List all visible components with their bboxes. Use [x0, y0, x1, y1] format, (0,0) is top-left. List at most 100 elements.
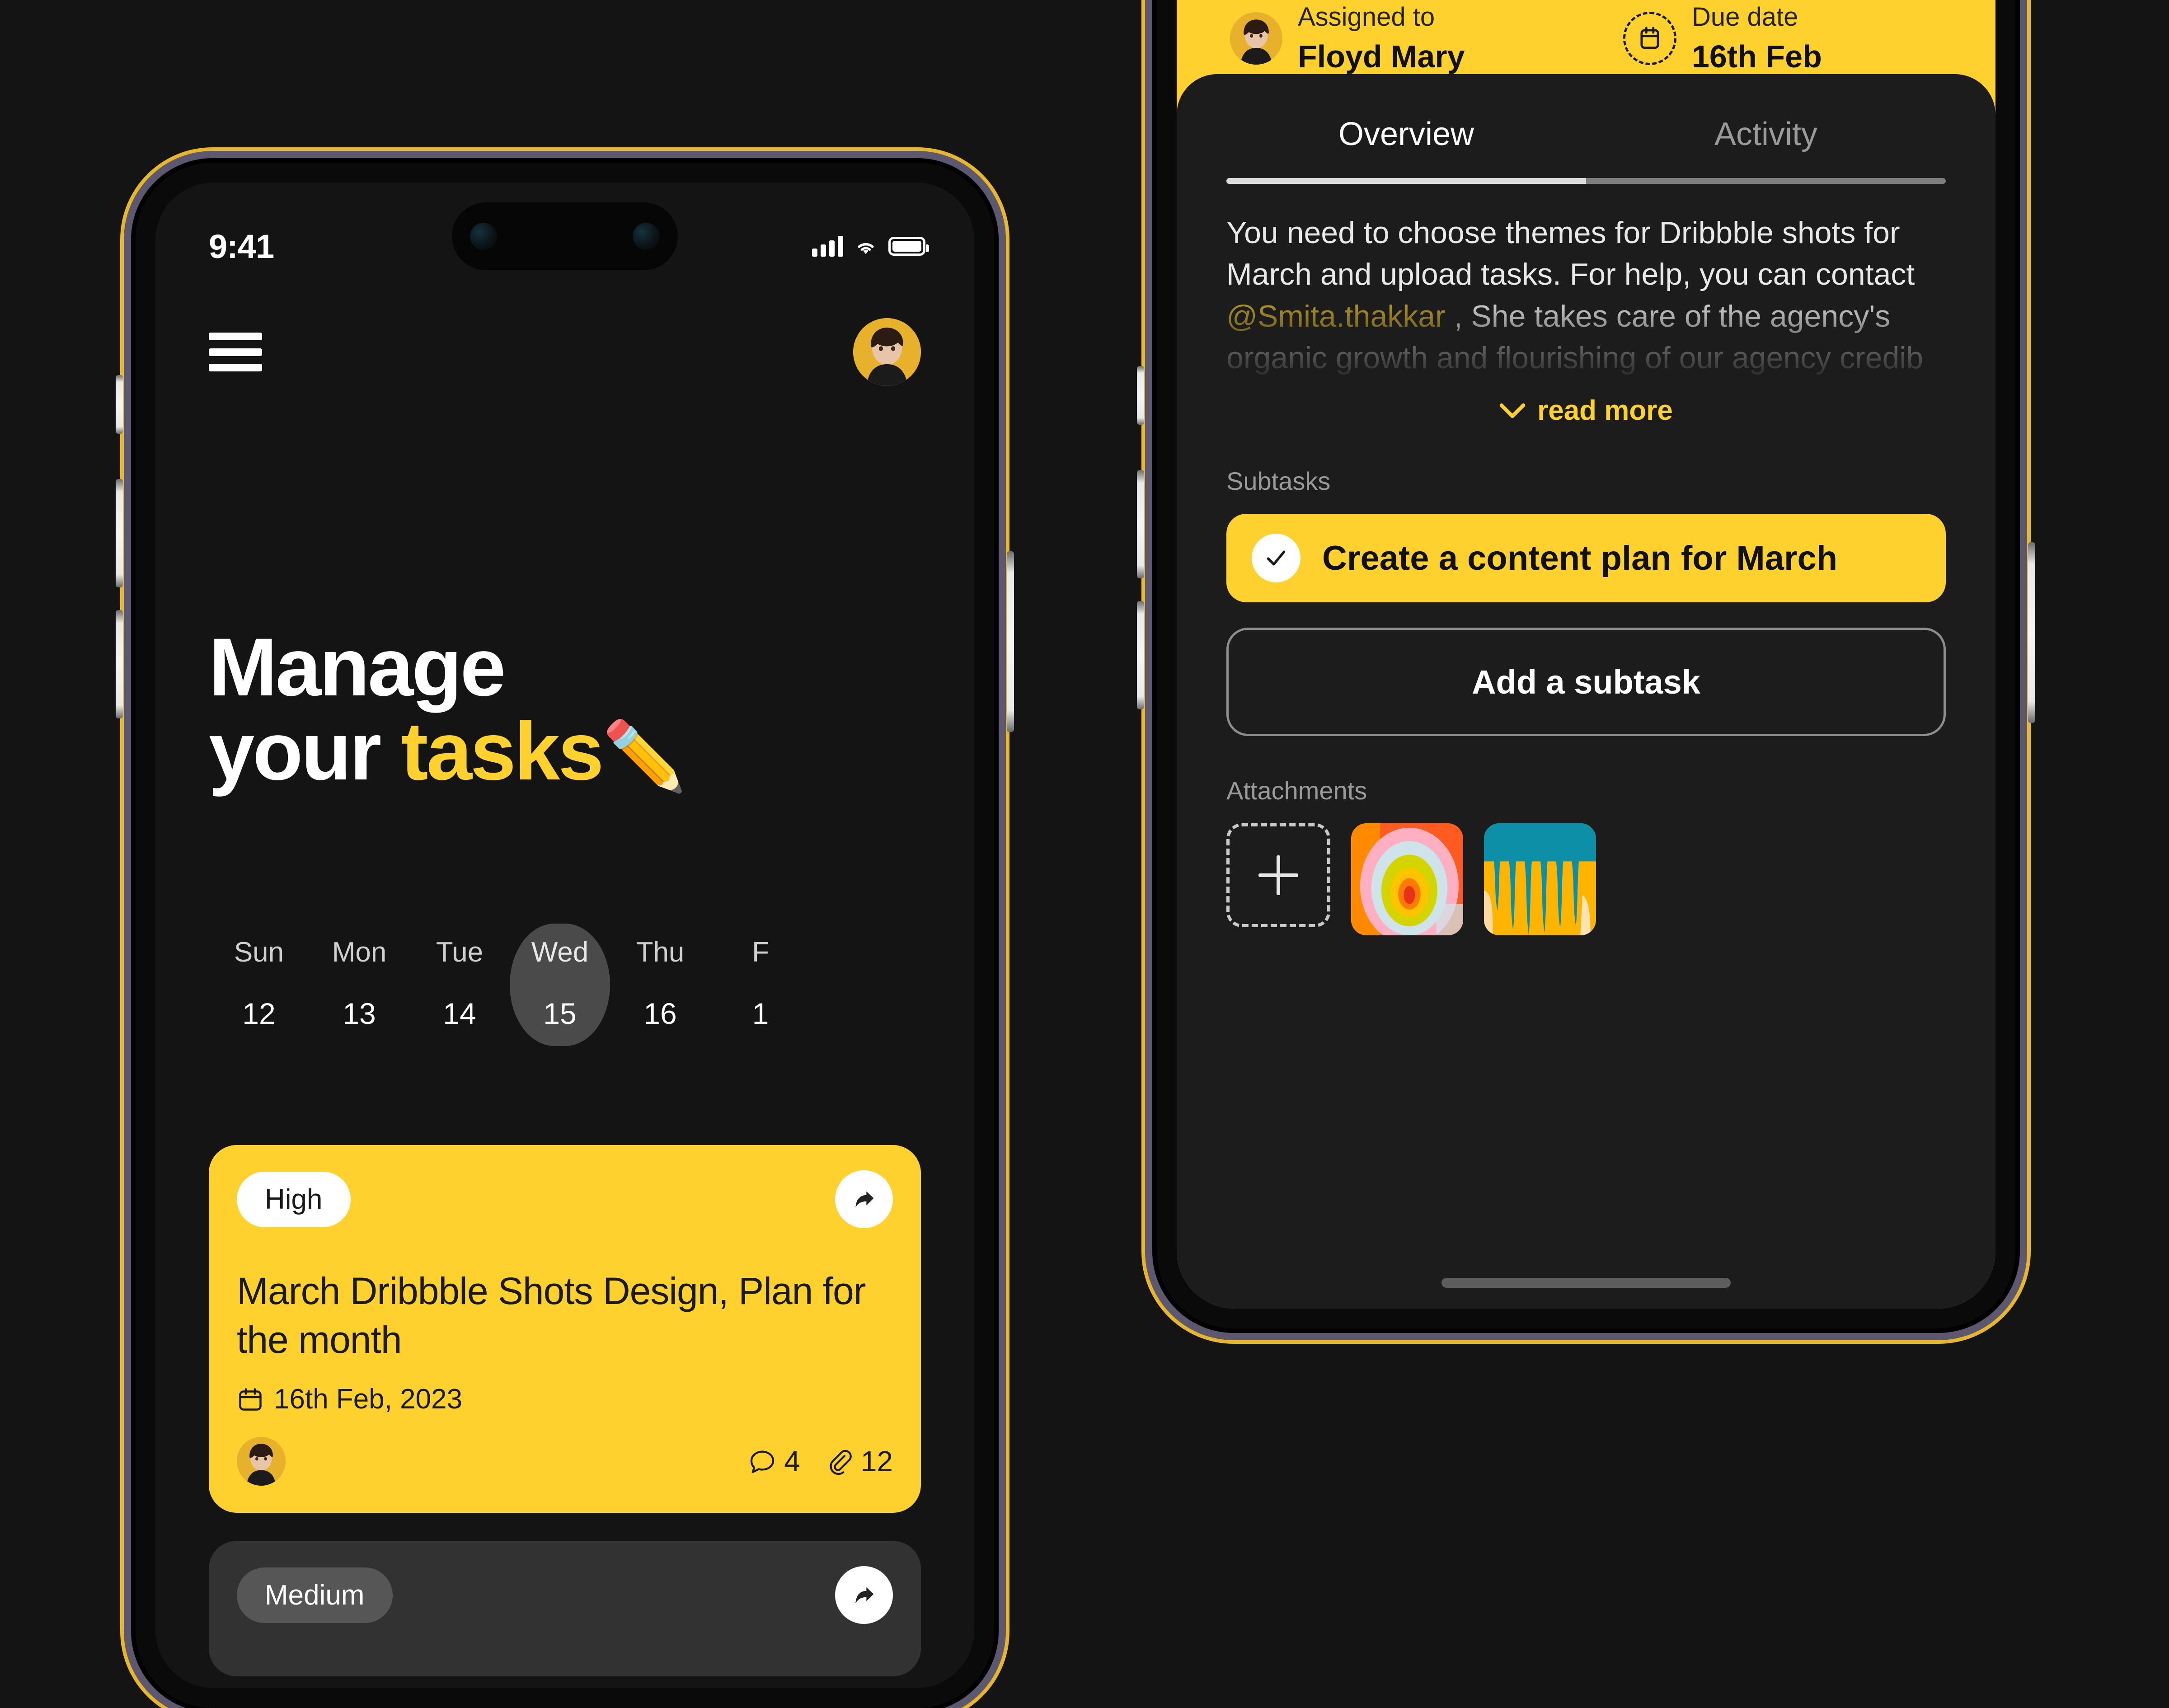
volume-up-button[interactable] [1137, 470, 1144, 578]
comment-bubble-icon [751, 1450, 775, 1473]
tab-overview[interactable]: Overview [1226, 116, 1586, 178]
day-name: Wed [531, 937, 589, 968]
hamburger-menu-icon[interactable] [209, 333, 262, 371]
priority-badge: Medium [237, 1567, 393, 1623]
plus-icon [1258, 855, 1298, 895]
description-block: You need to choose themes for Dribbble s… [1226, 212, 1946, 393]
check-icon[interactable] [1252, 534, 1300, 582]
task-detail-screen: Assigned to Floyd Mary Due date 16th Feb… [1177, 0, 1995, 1309]
tab-underline-inactive [1586, 178, 1946, 184]
paperclip-icon [830, 1450, 852, 1475]
add-subtask-button[interactable]: Add a subtask [1226, 628, 1946, 736]
tab-underline-active [1226, 178, 1586, 184]
day-number: 15 [543, 997, 577, 1030]
comment-count-value: 4 [784, 1445, 800, 1478]
add-attachment-button[interactable] [1226, 823, 1330, 927]
mention-link[interactable]: @Smita.thakkar [1226, 299, 1446, 333]
day-number: 14 [443, 997, 476, 1030]
share-arrow-icon[interactable] [835, 1170, 893, 1228]
screen-right: Assigned to Floyd Mary Due date 16th Feb… [1177, 0, 1995, 1309]
attachments-label: Attachments [1226, 776, 1367, 805]
tab-bar[interactable]: Overview Activity [1226, 116, 1946, 178]
task-title: March Dribbble Shots Design, Plan for th… [237, 1270, 866, 1361]
task-card-high[interactable]: High March Dribbble Shots Design, Plan f… [209, 1145, 921, 1513]
page-title: Manage your tasks✏️ [209, 625, 947, 793]
calendar-icon [239, 1388, 262, 1411]
headline-accent: tasks [400, 704, 604, 797]
power-button[interactable] [2028, 542, 2035, 723]
day-name: Sun [234, 937, 284, 968]
attachment-count-value: 12 [860, 1445, 893, 1478]
user-avatar[interactable] [853, 318, 921, 386]
attachment-count[interactable]: 12 [825, 1445, 893, 1478]
day-cell-thu[interactable]: Thu 16 [610, 924, 710, 1046]
read-more-label: read more [1537, 395, 1673, 426]
day-cell-tue[interactable]: Tue 14 [409, 924, 510, 1046]
home-screen: 9:41 Manage your tasks✏️ Sun 12 Mon 13 T… [155, 183, 974, 1688]
day-name: F [752, 937, 769, 968]
assigned-to-value: Floyd Mary [1298, 39, 1465, 74]
description-part-1: You need to choose themes for Dribbble s… [1226, 216, 1915, 292]
cellular-signal-icon [812, 236, 843, 257]
assignee-avatar[interactable] [1230, 12, 1282, 65]
day-cell-wed-selected[interactable]: Wed 15 [510, 924, 610, 1046]
comment-count[interactable]: 4 [748, 1445, 800, 1478]
silent-switch-button[interactable] [1137, 366, 1144, 425]
detail-header: Assigned to Floyd Mary Due date 16th Feb [1177, 2, 1995, 75]
status-time: 9:41 [209, 227, 274, 265]
attachment-thumbnail-rings[interactable] [1351, 823, 1463, 935]
app-top-bar [209, 318, 921, 386]
day-name: Tue [436, 937, 484, 968]
home-indicator [1441, 1278, 1731, 1288]
task-due-date: 16th Feb, 2023 [237, 1383, 893, 1415]
priority-badge: High [237, 1171, 351, 1227]
assigned-to-label: Assigned to [1298, 2, 1435, 32]
camera-lens-icon [470, 223, 497, 250]
power-button[interactable] [1007, 551, 1014, 732]
wifi-icon [858, 243, 874, 254]
day-number: 1 [752, 997, 769, 1030]
share-arrow-icon[interactable] [835, 1566, 893, 1624]
detail-sheet: Overview Activity You need to choose the… [1177, 74, 1995, 1309]
day-number: 16 [643, 997, 677, 1030]
task-card-list: High March Dribbble Shots Design, Plan f… [209, 1145, 921, 1688]
subtask-item[interactable]: Create a content plan for March [1226, 514, 1946, 602]
dynamic-island [452, 202, 678, 270]
headline-line-2: your tasks✏️ [209, 709, 947, 793]
assigned-to-block[interactable]: Assigned to Floyd Mary [1230, 2, 1623, 75]
silent-switch-button[interactable] [116, 375, 123, 434]
task-description: You need to choose themes for Dribbble s… [1226, 212, 1946, 379]
day-cell-sun[interactable]: Sun 12 [209, 924, 309, 1046]
due-date-block[interactable]: Due date 16th Feb [1623, 2, 1822, 75]
headline-line-1: Manage [209, 621, 506, 713]
attachments-list [1226, 823, 1946, 935]
screen-left: 9:41 Manage your tasks✏️ Sun 12 Mon 13 T… [155, 183, 974, 1688]
battery-icon [888, 237, 929, 256]
day-name: Thu [636, 937, 685, 968]
day-name: Mon [332, 937, 387, 968]
subtask-label: Create a content plan for March [1322, 539, 1838, 577]
chevron-down-icon [1499, 403, 1526, 418]
phone-device-left: 9:41 Manage your tasks✏️ Sun 12 Mon 13 T… [116, 163, 1014, 1708]
read-more-button[interactable]: read more [1226, 394, 1946, 427]
day-number: 12 [242, 997, 276, 1030]
week-date-strip[interactable]: Sun 12 Mon 13 Tue 14 Wed 15 Thu 16 F 1 [209, 924, 974, 1046]
volume-down-button[interactable] [1137, 601, 1144, 709]
face-id-sensor-icon [633, 223, 660, 250]
attachment-thumbnail-drip[interactable] [1484, 823, 1596, 935]
day-cell-mon[interactable]: Mon 13 [309, 924, 409, 1046]
day-cell-fri[interactable]: F 1 [710, 924, 811, 1046]
day-number: 13 [343, 997, 376, 1030]
subtasks-label: Subtasks [1226, 467, 1331, 495]
pencil-emoji-icon: ✏️ [602, 718, 686, 794]
phone-device-right: Assigned to Floyd Mary Due date 16th Feb… [1137, 0, 2035, 1328]
volume-down-button[interactable] [116, 610, 123, 718]
task-date-text: 16th Feb, 2023 [274, 1384, 463, 1415]
headline-plain: your [209, 704, 401, 797]
volume-up-button[interactable] [116, 479, 123, 587]
assignee-avatar[interactable] [237, 1437, 286, 1486]
calendar-dashed-circle-icon [1623, 11, 1676, 65]
tab-underline [1226, 178, 1946, 184]
tab-activity[interactable]: Activity [1586, 116, 1946, 178]
task-card-medium[interactable]: Medium [209, 1541, 921, 1677]
